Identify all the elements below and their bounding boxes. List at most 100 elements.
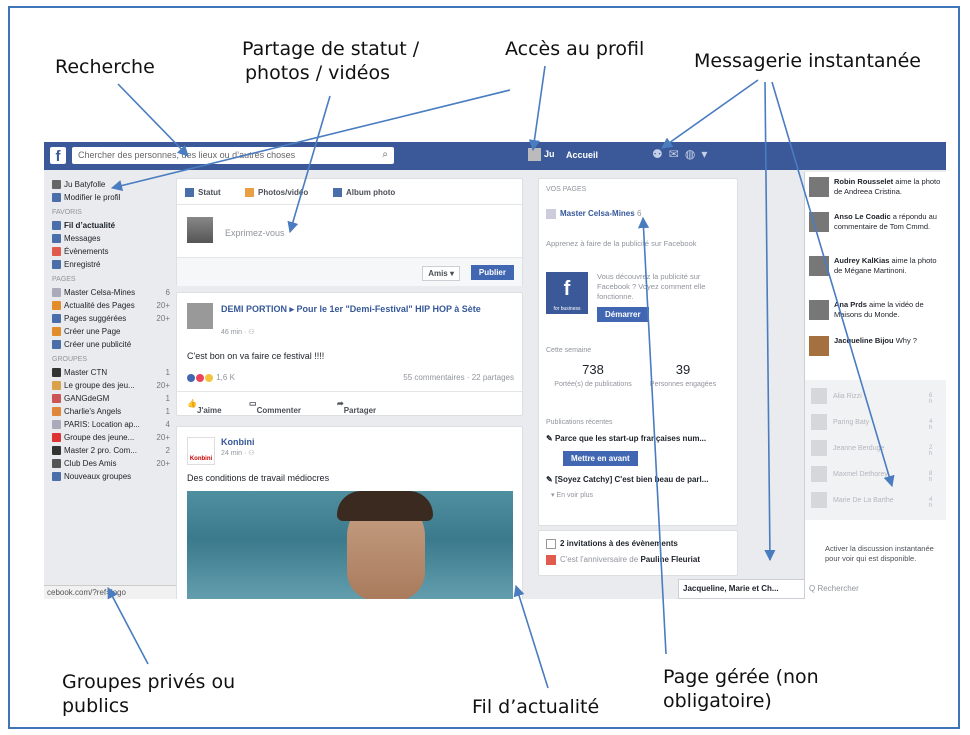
see-more-link[interactable]: ▾ En voir plus [551, 491, 593, 499]
sidebar-item-messages[interactable]: Messages [52, 232, 170, 245]
portrait-hair [337, 491, 433, 521]
edit-icon [52, 193, 61, 202]
facebook-logo-icon[interactable]: f [50, 147, 66, 165]
post-author[interactable]: Konbini [221, 437, 255, 447]
pencil-icon [185, 188, 194, 198]
birthday-notice[interactable]: C'est l'anniversaire de Pauline Fleuriat [546, 555, 700, 565]
ticker-item[interactable]: Anso Le Coadic a répondu au commentaire … [809, 212, 945, 232]
avatar [809, 336, 829, 356]
sidebar-item-group[interactable]: GANGdeGM 1 [52, 392, 170, 405]
new-group-icon [52, 472, 61, 481]
divider [177, 204, 522, 205]
tab-album[interactable]: Album photo [333, 188, 395, 198]
events-panel: 2 invitations à des évènements C'est l'a… [538, 530, 738, 576]
managed-page-link[interactable]: Master Celsa-Mines 6 [546, 209, 641, 219]
status-input[interactable]: Exprimez-vous [225, 228, 285, 238]
edit-icon: ✎ [546, 434, 555, 443]
group-icon [52, 420, 61, 429]
contact-item[interactable]: Jeanne Berduge 2 h [811, 440, 932, 457]
event-invites-link[interactable]: 2 invitations à des évènements [546, 539, 678, 549]
ticker-item[interactable]: Ana Prds aime la vidéo de Maisons du Mon… [809, 300, 945, 320]
sidebar-item-new-group[interactable]: Nouveaux groupes [52, 470, 170, 483]
sidebar-item-enregistre[interactable]: Enregistré [52, 258, 170, 271]
profile-link[interactable]: Ju [528, 148, 555, 161]
chat-tab[interactable]: Jacqueline, Marie et Ch... [678, 579, 809, 599]
publish-button[interactable]: Publier [470, 265, 514, 280]
sidebar-item-evenements[interactable]: Évènements [52, 245, 170, 258]
audience-selector[interactable]: Amis ▾ [422, 266, 460, 281]
ad-promo-title: Apprenez à faire de la publicité sur Fac… [546, 239, 697, 248]
ad-promo-desc: Vous découvrez la publicité sur Facebook… [597, 272, 706, 301]
group-icon [52, 368, 61, 377]
page-icon [52, 288, 61, 297]
sidebar-item-group[interactable]: Master 2 pro. Com... 2 [52, 444, 170, 457]
friends-icon[interactable]: ⚉ [652, 147, 669, 161]
sidebar-item-group[interactable]: Club Des Amis 20+ [52, 457, 170, 470]
avatar [809, 256, 829, 276]
avatar [809, 212, 829, 232]
comment-button[interactable]: ▭ Commenter [249, 399, 301, 415]
like-reaction-icon [187, 373, 195, 382]
group-icon [52, 433, 61, 442]
post-actions: 👍 J'aime ▭ Commenter ➦ Partager [177, 391, 522, 415]
ticker-item[interactable]: Robin Rousselet aime la photo de Andreea… [809, 177, 945, 197]
sidebar-item-page[interactable]: Créer une publicité [52, 338, 170, 351]
post-title[interactable]: DEMI PORTION ▸ Pour le 1er "Demi-Festiva… [221, 303, 511, 315]
sidebar-item-group[interactable]: PARIS: Location ap... 4 [52, 418, 170, 431]
ticker-item[interactable]: Jacqueline Bijou Why ? [809, 336, 945, 356]
post-stats[interactable]: 55 commentaires · 22 partages [403, 373, 514, 382]
like-button[interactable]: 👍 J'aime [187, 399, 222, 415]
contact-item[interactable]: Paring Baty 4 h [811, 414, 932, 431]
sidebar-item-group[interactable]: Charlie's Angels 1 [52, 405, 170, 418]
contact-item[interactable]: Maxmel Dethorey 8 h [811, 466, 932, 483]
facebook-business-logo-icon: f for business [546, 272, 588, 314]
avatar [52, 180, 61, 189]
ticker-item[interactable]: Audrey KalKias aime la photo de Mégane M… [809, 256, 945, 276]
avatar [187, 303, 213, 329]
home-link[interactable]: Accueil [566, 150, 598, 160]
boost-button[interactable]: Mettre en avant [563, 451, 638, 466]
chat-search-input[interactable]: Q Rechercher [809, 584, 859, 593]
sidebar-item-fil[interactable]: Fil d’actualité [52, 219, 170, 232]
settings-icon[interactable]: ▾ [701, 147, 713, 161]
activate-chat-link[interactable]: Activer la discussion instantanée pour v… [825, 544, 943, 564]
avatar [811, 466, 827, 482]
recent-post-link[interactable]: ✎ [Soyez Catchy] C'est bien beau de parl… [546, 475, 730, 484]
week-label: Cette semaine [546, 347, 592, 354]
top-bar: f Chercher des personnes, des lieux ou d… [44, 142, 946, 170]
annotation-partage-line2: photos / vidéos [245, 61, 390, 84]
feed-post: DEMI PORTION ▸ Pour le 1er "Demi-Festiva… [176, 292, 523, 416]
messages-icon[interactable]: ✉ [669, 147, 685, 161]
sidebar-item-page[interactable]: Créer une Page [52, 325, 170, 338]
sidebar-item-group[interactable]: Master CTN 1 [52, 366, 170, 379]
sidebar-item-page[interactable]: Master Celsa-Mines 6 [52, 286, 170, 299]
globe-icon[interactable]: ◍ [685, 147, 701, 161]
search-input[interactable]: Chercher des personnes, des lieux ou d’a… [72, 147, 394, 164]
group-icon [52, 446, 61, 455]
sidebar-item-group[interactable]: Le groupe des jeu... 20+ [52, 379, 170, 392]
contact-item[interactable]: Marie De La Barthe 4 h [811, 492, 932, 509]
sidebar-item-page[interactable]: Pages suggérées 20+ [52, 312, 170, 325]
sidebar-item-page[interactable]: Actualité des Pages 20+ [52, 299, 170, 312]
post-reactions[interactable]: 1,6 K [187, 373, 235, 382]
sidebar-edit-profile[interactable]: Modifier le profil [52, 191, 170, 204]
sidebar-item-group[interactable]: Groupe des jeune... 20+ [52, 431, 170, 444]
search-icon[interactable]: ⌕ [382, 149, 388, 160]
contact-item[interactable]: Alia Rizzi 6 h [811, 388, 932, 405]
share-button[interactable]: ➦ Partager [337, 399, 376, 415]
tab-statut[interactable]: Statut [185, 188, 221, 198]
start-button[interactable]: Démarrer [597, 307, 649, 322]
composer-footer: Amis ▾ Publier [177, 257, 522, 286]
post-timestamp: 24 min · ⚇ [221, 450, 255, 457]
post-image[interactable] [187, 491, 513, 599]
annotation-partage-line1: Partage de statut / [242, 38, 420, 60]
annotation-page-line2: obligatoire) [663, 689, 772, 712]
sidebar-profile[interactable]: Ju Batyfolle [52, 178, 170, 191]
reach-label: Portée(s) de publications [554, 381, 632, 388]
recent-post-link[interactable]: ✎ Parce que les start-up françaises num.… [546, 434, 730, 443]
pages-panel-header: VOS PAGES [546, 186, 587, 193]
engaged-count: 39 [675, 362, 691, 377]
tab-photos[interactable]: Photos/vidéo [245, 188, 308, 198]
annotation-page-geree: Page gérée (non obligatoire) [663, 666, 819, 714]
annotation-fil: Fil d’actualité [472, 696, 600, 718]
